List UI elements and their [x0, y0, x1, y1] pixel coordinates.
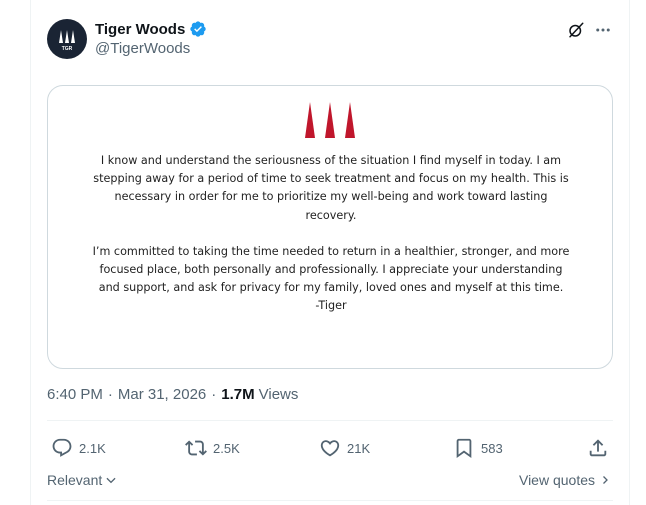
- column-border-right: [629, 0, 630, 505]
- sort-label: Relevant: [47, 472, 103, 488]
- reply-count: 2.1K: [79, 440, 106, 456]
- verified-badge-icon[interactable]: [189, 20, 207, 38]
- repost-count: 2.5K: [213, 440, 240, 456]
- display-name[interactable]: Tiger Woods: [95, 21, 185, 38]
- avatar-logo-text: TGR: [62, 46, 73, 52]
- reply-button[interactable]: 2.1K: [51, 436, 106, 460]
- handle[interactable]: @TigerWoods: [95, 40, 190, 57]
- repost-icon: [185, 440, 207, 456]
- bookmark-count: 583: [481, 440, 503, 456]
- statement-text: I know and understand the seriousness of…: [88, 152, 574, 316]
- tgr-red-logo-icon: [305, 102, 355, 138]
- like-button[interactable]: 21K: [319, 436, 370, 460]
- more-options-icon[interactable]: [594, 21, 612, 39]
- divider: [47, 420, 613, 421]
- views-count: 1.7M: [221, 386, 255, 403]
- repost-button[interactable]: 2.5K: [185, 436, 240, 460]
- statement-image-card[interactable]: I know and understand the seriousness of…: [47, 85, 613, 369]
- chevron-down-icon: [106, 477, 116, 484]
- statement-signature: -Tiger: [315, 299, 347, 313]
- column-border-left: [30, 0, 31, 505]
- tweet-meta: 6:40 PM · Mar 31, 2026 · 1.7M Views: [47, 386, 298, 403]
- reply-icon: [52, 438, 72, 457]
- share-icon: [589, 439, 607, 457]
- statement-paragraph-2-text: I’m committed to taking the time needed …: [92, 244, 570, 295]
- grok-icon[interactable]: [567, 21, 585, 39]
- meta-separator: ·: [107, 386, 113, 403]
- view-quotes-label: View quotes: [518, 472, 595, 488]
- action-bar: 2.1K 2.5K 21K 583: [47, 436, 613, 460]
- view-quotes-link[interactable]: View quotes: [519, 472, 611, 488]
- divider-bottom: [47, 500, 613, 501]
- tgr-logo-icon: TGR: [59, 30, 75, 52]
- replies-toolbar: Relevant View quotes: [47, 470, 613, 492]
- tweet-date[interactable]: Mar 31, 2026: [118, 386, 206, 403]
- sort-dropdown[interactable]: Relevant: [47, 472, 118, 488]
- views-label: Views: [258, 386, 299, 403]
- meta-separator-2: ·: [211, 386, 217, 403]
- chevron-right-icon: [603, 476, 608, 484]
- avatar[interactable]: TGR: [47, 19, 87, 59]
- statement-paragraph-1: I know and understand the seriousness of…: [93, 154, 569, 222]
- tweet-header: TGR Tiger Woods @TigerWoods: [47, 17, 617, 61]
- statement-paragraph-2: I’m committed to taking the time needed …: [88, 243, 574, 316]
- share-button[interactable]: [587, 436, 609, 460]
- bookmark-button[interactable]: 583: [453, 436, 503, 460]
- bookmark-icon: [456, 438, 472, 459]
- tweet-time[interactable]: 6:40 PM: [47, 386, 103, 403]
- name-row: Tiger Woods: [95, 20, 207, 38]
- heart-icon: [320, 440, 340, 457]
- like-count: 21K: [347, 440, 371, 456]
